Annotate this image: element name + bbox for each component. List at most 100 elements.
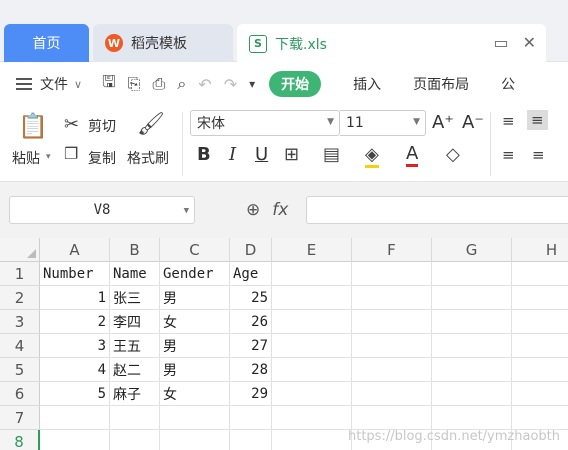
cell-c8[interactable] <box>160 430 230 450</box>
cell-d3[interactable]: 26 <box>230 310 272 334</box>
cell-c4[interactable]: 男 <box>160 334 230 358</box>
cell-g5[interactable] <box>432 358 512 382</box>
column-header-a[interactable]: A <box>40 238 110 262</box>
cell-g2[interactable] <box>432 286 512 310</box>
bold-button[interactable]: B <box>197 144 211 165</box>
tab-start[interactable]: 开始 <box>269 71 322 97</box>
align-middle-icon[interactable]: ≡ <box>527 110 548 130</box>
cell-h6[interactable] <box>512 382 568 406</box>
cell-b3[interactable]: 李四 <box>110 310 160 334</box>
row-header-2[interactable]: 2 <box>0 286 40 310</box>
name-box[interactable]: V8 ▼ <box>9 196 195 224</box>
cell-d7[interactable] <box>230 406 272 430</box>
print-icon[interactable]: ⎙ <box>153 74 166 94</box>
cell-f5[interactable] <box>352 358 432 382</box>
cell-c2[interactable]: 男 <box>160 286 230 310</box>
cell-f1[interactable] <box>352 262 432 286</box>
row-header-5[interactable]: 5 <box>0 358 40 382</box>
cell-g7[interactable] <box>432 406 512 430</box>
window-restore-icon[interactable]: ▭ <box>493 33 508 52</box>
cell-c1[interactable]: Gender <box>160 262 230 286</box>
zoom-formula-icon[interactable]: ⊕ <box>246 200 260 220</box>
paste-dropdown-icon[interactable]: ▾ <box>46 152 51 162</box>
cell-b6[interactable]: 麻子 <box>110 382 160 406</box>
column-header-c[interactable]: C <box>160 238 230 262</box>
cell-e5[interactable] <box>272 358 352 382</box>
cell-h2[interactable] <box>512 286 568 310</box>
undo-icon[interactable]: ↶ <box>198 75 211 94</box>
tab-home[interactable]: 首页 <box>4 24 89 62</box>
cell-b8[interactable] <box>110 430 160 450</box>
column-header-b[interactable]: B <box>110 238 160 262</box>
cell-a2[interactable]: 1 <box>40 286 110 310</box>
increase-font-icon[interactable]: A⁺ <box>432 112 454 133</box>
row-header-1[interactable]: 1 <box>0 262 40 286</box>
cell-e1[interactable] <box>272 262 352 286</box>
function-icon[interactable]: fx <box>272 200 288 220</box>
align-center-icon[interactable]: ≡ <box>532 146 545 164</box>
column-header-e[interactable]: E <box>272 238 352 262</box>
row-header-8[interactable]: 8 <box>0 430 40 450</box>
cell-e4[interactable] <box>272 334 352 358</box>
cell-a6[interactable]: 5 <box>40 382 110 406</box>
eraser-icon[interactable]: ◇ <box>446 144 460 165</box>
paste-icon[interactable]: 📋 <box>18 112 48 140</box>
decrease-font-icon[interactable]: A⁻ <box>462 112 484 133</box>
cell-h1[interactable] <box>512 262 568 286</box>
cell-c5[interactable]: 男 <box>160 358 230 382</box>
row-header-3[interactable]: 3 <box>0 310 40 334</box>
cell-g6[interactable] <box>432 382 512 406</box>
select-all-corner[interactable] <box>0 238 40 262</box>
export-icon[interactable]: ⎘ <box>128 74 141 94</box>
font-size-select[interactable]: 11 ▼ <box>340 110 426 136</box>
cell-f2[interactable] <box>352 286 432 310</box>
cell-b2[interactable]: 张三 <box>110 286 160 310</box>
paste-button[interactable]: 粘贴 <box>12 148 40 168</box>
cell-d2[interactable]: 25 <box>230 286 272 310</box>
row-header-6[interactable]: 6 <box>0 382 40 406</box>
cell-b7[interactable] <box>110 406 160 430</box>
align-left-icon[interactable]: ≡ <box>502 146 515 164</box>
column-header-g[interactable]: G <box>432 238 512 262</box>
align-top-icon[interactable]: ≡ <box>502 112 515 130</box>
cell-e8[interactable] <box>272 430 352 450</box>
cell-h7[interactable] <box>512 406 568 430</box>
cell-c3[interactable]: 女 <box>160 310 230 334</box>
cell-a3[interactable]: 2 <box>40 310 110 334</box>
cell-a8[interactable] <box>40 430 110 450</box>
row-header-7[interactable]: 7 <box>0 406 40 430</box>
formula-input[interactable] <box>306 196 568 224</box>
cell-d6[interactable]: 29 <box>230 382 272 406</box>
tab-file[interactable]: S 下载.xls ▭ ✕ <box>237 24 546 63</box>
cell-h4[interactable] <box>512 334 568 358</box>
cell-c7[interactable] <box>160 406 230 430</box>
format-painter-button[interactable]: 格式刷 <box>127 148 169 168</box>
cell-c6[interactable]: 女 <box>160 382 230 406</box>
cell-e2[interactable] <box>272 286 352 310</box>
cell-style-icon[interactable]: ▤ <box>323 144 340 165</box>
redo-icon[interactable]: ↷ <box>224 75 237 94</box>
cell-g4[interactable] <box>432 334 512 358</box>
cell-a1[interactable]: Number <box>40 262 110 286</box>
cell-a7[interactable] <box>40 406 110 430</box>
tab-insert[interactable]: 插入 <box>353 74 381 94</box>
cell-d8[interactable] <box>230 430 272 450</box>
cell-b5[interactable]: 赵二 <box>110 358 160 382</box>
cell-d5[interactable]: 28 <box>230 358 272 382</box>
close-icon[interactable]: ✕ <box>523 33 536 52</box>
column-header-h[interactable]: H <box>512 238 568 262</box>
fill-color-icon[interactable]: ◈ <box>365 144 379 168</box>
cell-g3[interactable] <box>432 310 512 334</box>
font-color-icon[interactable]: A <box>406 144 419 167</box>
row-header-4[interactable]: 4 <box>0 334 40 358</box>
column-header-f[interactable]: F <box>352 238 432 262</box>
file-menu[interactable]: 文件 ∨ <box>0 74 82 94</box>
cell-f3[interactable] <box>352 310 432 334</box>
cell-e6[interactable] <box>272 382 352 406</box>
cut-button[interactable]: 剪切 <box>88 116 116 136</box>
tab-page-layout[interactable]: 页面布局 <box>413 74 469 94</box>
borders-icon[interactable]: ⊞ <box>284 144 299 165</box>
tab-formulas[interactable]: 公 <box>501 74 515 94</box>
cell-h5[interactable] <box>512 358 568 382</box>
underline-button[interactable]: U <box>255 144 268 165</box>
